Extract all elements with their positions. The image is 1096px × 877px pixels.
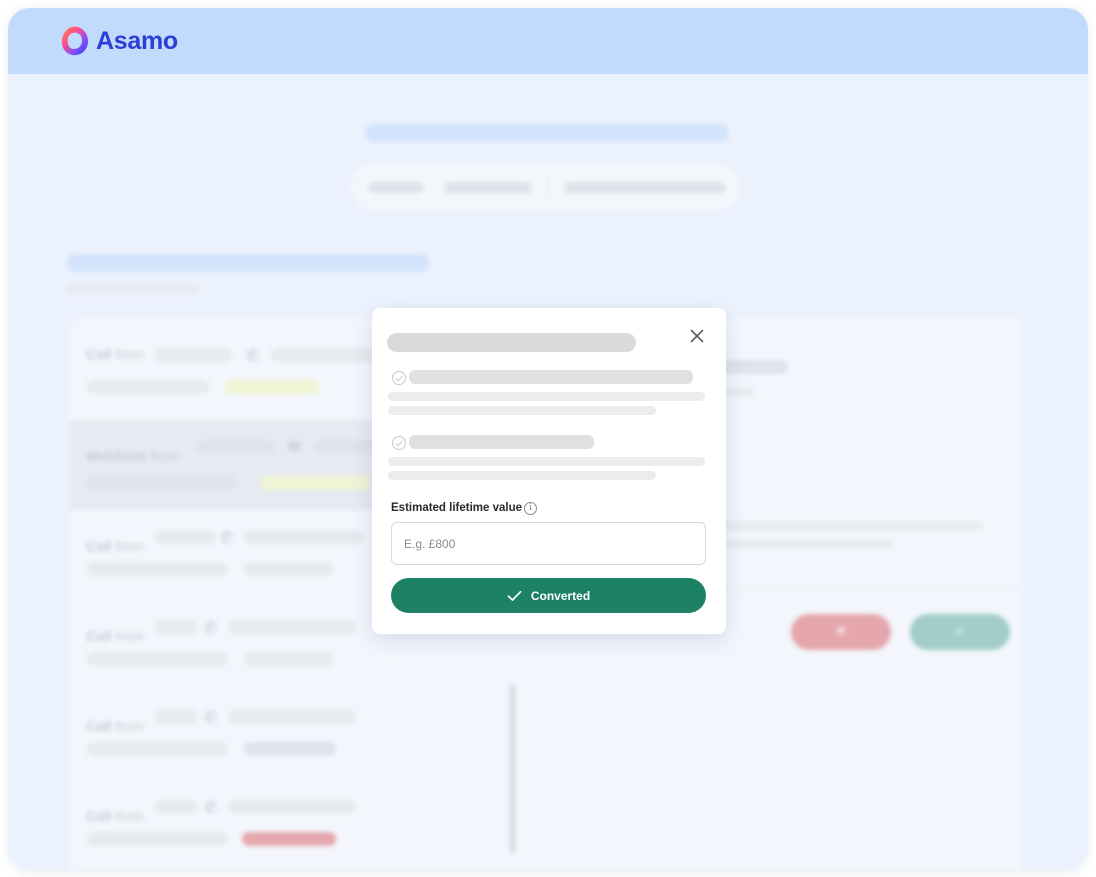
phone-icon: ✆ bbox=[220, 530, 234, 547]
lifetime-value-input[interactable] bbox=[391, 522, 706, 565]
lifetime-value-label: Estimated lifetime value bbox=[391, 502, 523, 514]
app-window: Asamo Call from ✆ Webform from ✉ Call fr… bbox=[8, 8, 1088, 870]
step-description-placeholder bbox=[388, 471, 656, 480]
converted-button-label: Converted bbox=[530, 588, 591, 603]
convert-dialog: Estimated lifetime value i Converted bbox=[372, 308, 726, 634]
step-description-placeholder bbox=[388, 392, 705, 401]
section-title-placeholder bbox=[66, 254, 430, 272]
step-description-placeholder bbox=[388, 457, 705, 466]
section-subtitle-placeholder bbox=[66, 284, 200, 294]
step-title-placeholder bbox=[409, 435, 594, 449]
accept-button[interactable]: ✓ bbox=[910, 614, 1010, 650]
reject-button[interactable]: ✕ bbox=[791, 614, 891, 650]
step-title-placeholder bbox=[409, 370, 693, 384]
check-circle-icon bbox=[392, 436, 406, 450]
phone-icon: ✆ bbox=[246, 348, 260, 365]
mail-icon: ✉ bbox=[288, 439, 302, 456]
step-description-placeholder bbox=[388, 406, 656, 415]
phone-icon: ✆ bbox=[204, 800, 218, 817]
phone-icon: ✆ bbox=[204, 710, 218, 727]
page-heading-placeholder bbox=[365, 124, 729, 142]
check-circle-icon bbox=[392, 371, 406, 385]
converted-button[interactable]: Converted bbox=[391, 578, 706, 613]
top-bar: Asamo bbox=[8, 8, 1088, 74]
asamo-logo-icon bbox=[61, 26, 88, 56]
check-icon bbox=[507, 590, 522, 601]
info-icon[interactable]: i bbox=[524, 502, 537, 515]
brand-logo[interactable]: Asamo bbox=[58, 23, 178, 59]
list-item[interactable]: Call from ✆ bbox=[70, 780, 522, 870]
dialog-title-placeholder bbox=[387, 333, 636, 352]
brand-name: Asamo bbox=[96, 26, 178, 55]
list-scrollbar[interactable] bbox=[510, 684, 515, 854]
close-icon[interactable] bbox=[688, 327, 706, 345]
phone-icon: ✆ bbox=[204, 620, 218, 637]
list-item[interactable]: Call from ✆ bbox=[70, 690, 522, 780]
tab-switcher bbox=[351, 164, 739, 210]
